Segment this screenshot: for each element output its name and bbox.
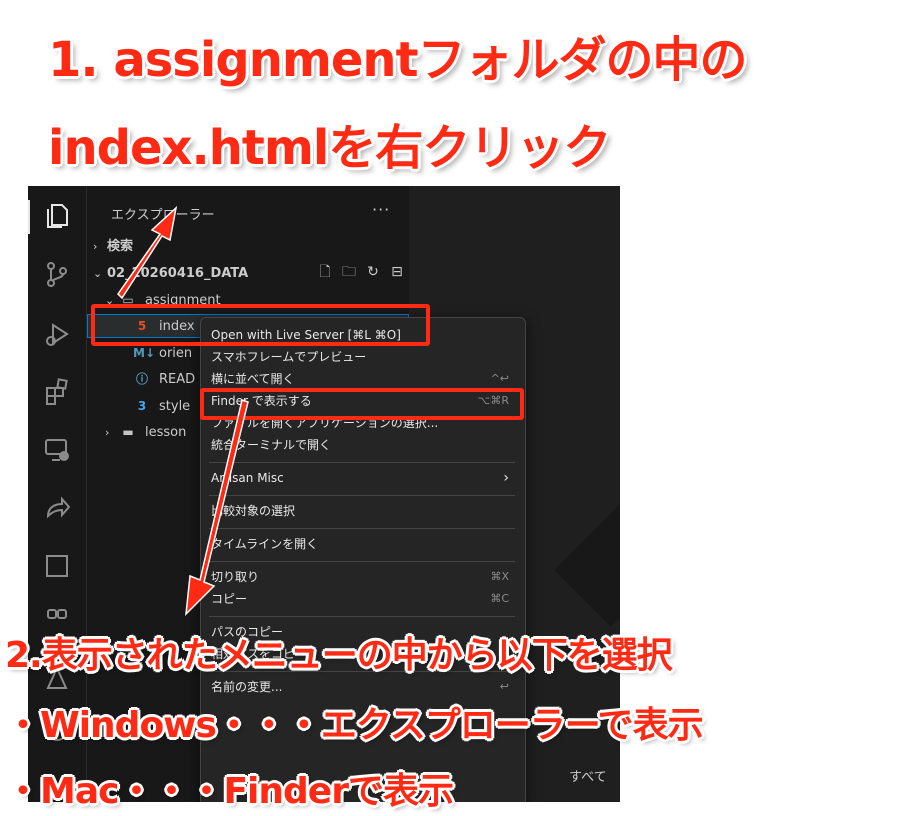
vscode-watermark (554, 485, 620, 627)
tree-item-readme[interactable]: ⓘ READ (133, 368, 195, 390)
run-debug-icon[interactable] (42, 320, 72, 350)
menu-separator (209, 528, 515, 529)
tree-item-label: lesson (145, 425, 187, 440)
folder-icon: ▬ (122, 425, 134, 439)
annotation-title-line1: 1. assignmentフォルダの中の (48, 32, 748, 88)
highlight-index-html (91, 304, 430, 346)
menu-separator (209, 462, 515, 463)
chevron-right-icon: › (105, 426, 110, 439)
tree-item-label: orien (159, 346, 193, 361)
extensions-icon[interactable] (42, 378, 72, 408)
annotation-title-line2: index.htmlを右クリック (48, 120, 611, 176)
menu-item-cut[interactable]: 切り取り ⌘X (211, 566, 515, 588)
css-icon: 3 (137, 399, 147, 413)
menu-item-artisan-misc[interactable]: Artisan Misc › (211, 467, 515, 489)
tree-item-lesson[interactable]: › ▬ lesson (105, 421, 186, 443)
tree-item-label: style (159, 399, 191, 414)
menu-separator (209, 561, 515, 562)
tree-item-style[interactable]: 3 style (133, 395, 190, 417)
chevron-right-icon: › (503, 470, 509, 486)
menu-item-rename[interactable]: 名前の変更... ↩ (211, 676, 515, 698)
menu-separator (209, 495, 515, 496)
source-control-icon[interactable] (42, 260, 72, 290)
annotation-instruction-line1: 2.表示されたメニューの中から以下を選択 (5, 635, 673, 676)
annotation-instruction-line2: ・Windows・・・エクスプローラーで表示 (5, 705, 704, 746)
files-icon[interactable] (42, 202, 72, 232)
active-indicator (28, 200, 30, 234)
highlight-finder-item (200, 388, 524, 420)
tree-item-label: READ (159, 372, 196, 387)
annotation-instruction-line3: ・Mac・・・Finderで表示 (5, 771, 454, 812)
editor-hint-text: すべて (569, 770, 607, 785)
menu-item-copy[interactable]: コピー ⌘C (211, 588, 515, 610)
menu-item-open-to-side[interactable]: 横に並べて開く ^↩ (211, 368, 515, 390)
menu-item-open-timeline[interactable]: タイムラインを開く (211, 533, 515, 555)
menu-item-select-for-compare[interactable]: 比較対象の選択 (211, 500, 515, 522)
stop-icon[interactable] (42, 552, 72, 582)
info-icon: ⓘ (135, 372, 148, 386)
live-share-icon[interactable] (42, 494, 72, 524)
menu-item-open-terminal[interactable]: 統合ターミナルで開く (211, 434, 515, 456)
remote-explorer-icon[interactable] (42, 436, 72, 466)
menu-separator (209, 616, 515, 617)
menu-item-phone-preview[interactable]: スマホフレームでプレビュー (211, 346, 515, 368)
